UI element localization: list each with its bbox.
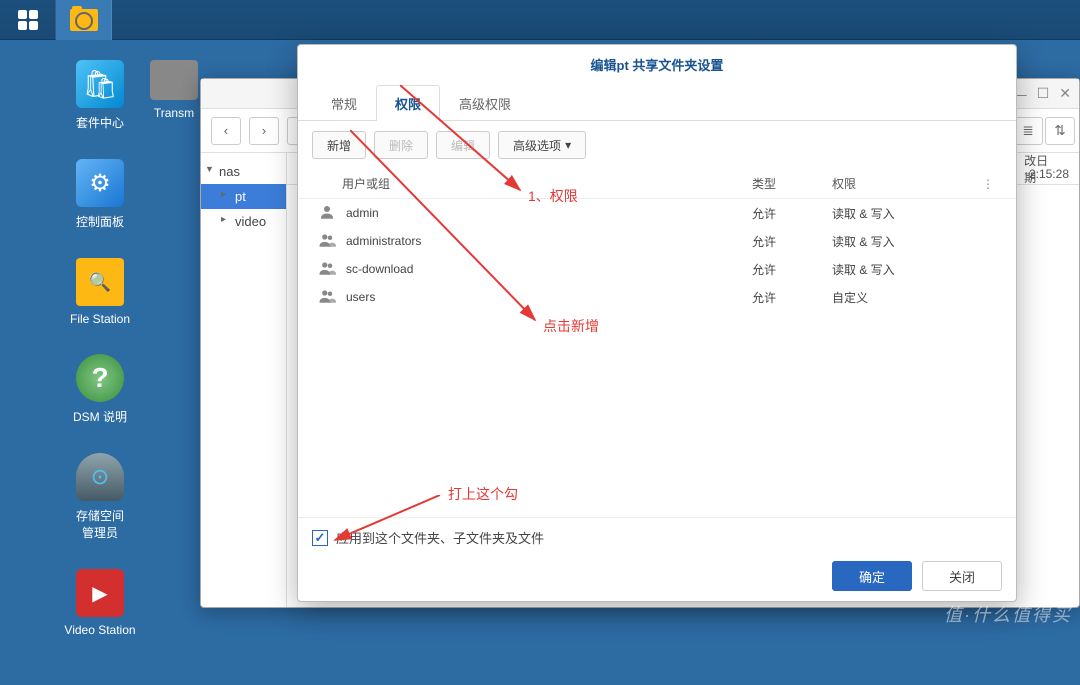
desktop-control-panel[interactable]: 控制面板 xyxy=(0,159,200,230)
tab-advanced-perms[interactable]: 高级权限 xyxy=(440,85,530,121)
col-type[interactable]: 类型 xyxy=(752,175,832,192)
list-view-button[interactable]: ≣ xyxy=(1013,117,1043,145)
user-icon xyxy=(318,203,336,224)
watermark: 值·什么值得买 xyxy=(944,601,1072,627)
nav-back-button[interactable]: ‹ xyxy=(211,117,241,145)
desktop-file-station[interactable]: File Station xyxy=(0,258,200,326)
table-row[interactable]: admin允许读取 & 写入 xyxy=(298,199,1016,227)
delete-button[interactable]: 删除 xyxy=(374,131,428,159)
desktop-video-station[interactable]: Video Station xyxy=(0,569,200,637)
file-station-icon xyxy=(76,258,124,306)
tree-item-video[interactable]: video xyxy=(201,209,286,234)
row-time: 2:15:28 xyxy=(1029,167,1069,181)
dialog-tabs: 常规 权限 高级权限 xyxy=(298,84,1016,121)
dialog-footer: ✓ 应用到这个文件夹、子文件夹及文件 确定 关闭 xyxy=(298,517,1016,601)
sort-button[interactable]: ⇅ xyxy=(1045,117,1075,145)
tree-root-nas[interactable]: nas xyxy=(201,159,286,184)
table-row[interactable]: users允许自定义 xyxy=(298,283,1016,311)
desktop-transmission[interactable]: Transm xyxy=(150,60,198,120)
col-user[interactable]: 用户或组 xyxy=(312,175,752,192)
desktop-dsm-help[interactable]: DSM 说明 xyxy=(0,354,200,425)
group-icon xyxy=(318,231,336,252)
package-icon xyxy=(76,60,124,108)
close-icon[interactable]: ✕ xyxy=(1059,85,1071,102)
edit-button[interactable]: 编辑 xyxy=(436,131,490,159)
table-row[interactable]: administrators允许读取 & 写入 xyxy=(298,227,1016,255)
chevron-down-icon: ▾ xyxy=(565,138,571,152)
share-settings-dialog: 编辑pt 共享文件夹设置 常规 权限 高级权限 新增 删除 编辑 高级选项▾ 用… xyxy=(297,44,1017,602)
fm-sidebar: nas pt video xyxy=(201,153,287,607)
nav-forward-button[interactable]: › xyxy=(249,117,279,145)
control-panel-icon xyxy=(76,159,124,207)
permissions-table: 用户或组 类型 权限 ⋮ admin允许读取 & 写入administrator… xyxy=(298,169,1016,517)
taskbar xyxy=(0,0,1080,40)
dialog-title: 编辑pt 共享文件夹设置 xyxy=(298,45,1016,84)
ok-button[interactable]: 确定 xyxy=(832,561,912,591)
tab-permissions[interactable]: 权限 xyxy=(376,85,440,121)
apply-recursive-checkbox[interactable]: ✓ 应用到这个文件夹、子文件夹及文件 xyxy=(312,528,1002,547)
desktop: 套件中心 Transm 控制面板 File Station DSM 说明 存储空… xyxy=(0,40,200,685)
folder-search-icon xyxy=(70,9,98,31)
taskbar-apps[interactable] xyxy=(0,0,56,40)
checkbox-checked-icon: ✓ xyxy=(312,530,328,546)
desktop-storage-mgr[interactable]: 存储空间 管理员 xyxy=(0,453,200,541)
tree-item-pt[interactable]: pt xyxy=(201,184,286,209)
taskbar-filestation[interactable] xyxy=(56,0,112,40)
storage-icon xyxy=(76,453,124,501)
perm-toolbar: 新增 删除 编辑 高级选项▾ xyxy=(298,121,1016,169)
transmission-icon xyxy=(150,60,198,100)
advanced-options-button[interactable]: 高级选项▾ xyxy=(498,131,586,159)
cancel-button[interactable]: 关闭 xyxy=(922,561,1002,591)
tab-general[interactable]: 常规 xyxy=(312,85,376,121)
add-button[interactable]: 新增 xyxy=(312,131,366,159)
help-icon xyxy=(76,354,124,402)
group-icon xyxy=(318,259,336,280)
col-menu-icon[interactable]: ⋮ xyxy=(982,177,1002,191)
maximize-icon[interactable]: ☐ xyxy=(1037,85,1050,102)
table-row[interactable]: sc-download允许读取 & 写入 xyxy=(298,255,1016,283)
col-permission[interactable]: 权限 xyxy=(832,175,982,192)
video-icon xyxy=(76,569,124,617)
table-header: 用户或组 类型 权限 ⋮ xyxy=(298,169,1016,199)
group-icon xyxy=(318,287,336,308)
apps-grid-icon xyxy=(18,10,38,30)
